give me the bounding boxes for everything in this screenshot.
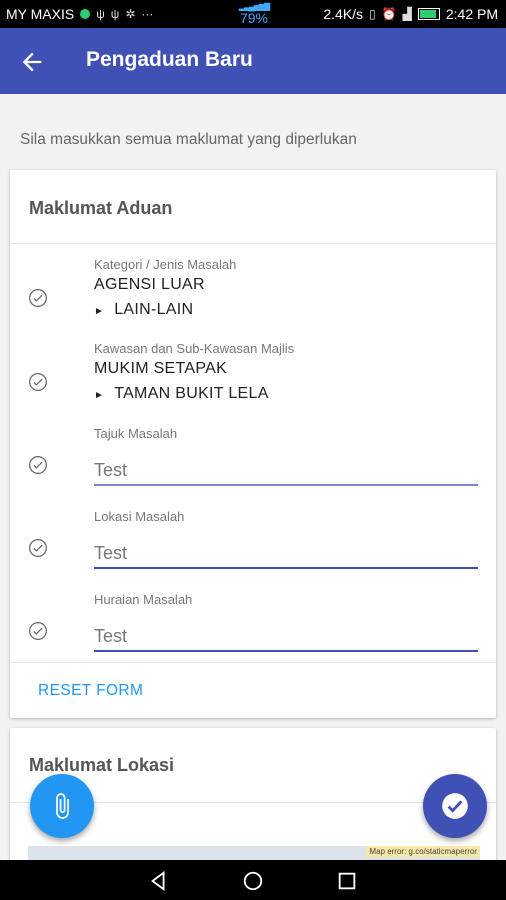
area-sub-text: TAMAN BUKIT LELA <box>114 385 269 402</box>
divider <box>10 243 496 244</box>
area-sub-value[interactable]: ► TAMAN BUKIT LELA <box>94 385 269 403</box>
clock: 2:42 PM <box>445 6 498 22</box>
location-input-value: Test <box>94 543 128 563</box>
category-value[interactable]: AGENSI LUAR <box>94 276 205 294</box>
category-label: Kategori / Jenis Masalah <box>94 257 237 272</box>
category-sub-text: LAIN-LAIN <box>114 301 194 318</box>
page-title: Pengaduan Baru <box>86 48 253 71</box>
settings-notification-icon: ✲ <box>125 7 136 21</box>
alarm-icon: ⏰ <box>381 7 397 21</box>
vibrate-icon: ▯ <box>369 7 376 21</box>
submit-button[interactable] <box>423 774 487 838</box>
title-input-value: Test <box>94 460 128 480</box>
arrow-right-icon: ► <box>94 390 105 401</box>
map-error-text: Map error: g.co/staticmaperror <box>366 846 480 857</box>
card-title: Maklumat Aduan <box>29 198 173 218</box>
check-circle-icon <box>29 289 47 307</box>
category-sub-value[interactable]: ► LAIN-LAIN <box>94 301 193 319</box>
back-button[interactable] <box>18 48 46 76</box>
nav-recents-icon[interactable] <box>336 870 358 892</box>
nav-back-icon[interactable] <box>148 870 170 892</box>
input-underline <box>94 567 478 569</box>
net-speed: 2.4K/s <box>323 6 364 22</box>
more-notifications-icon: ··· <box>141 7 154 21</box>
arrow-right-icon: ► <box>94 306 105 317</box>
check-circle-icon <box>29 373 47 391</box>
app-bar: Pengaduan Baru <box>0 28 506 94</box>
check-circle-icon <box>29 539 47 557</box>
carrier-name: MY MAXIS <box>6 6 75 22</box>
paperclip-icon <box>56 793 69 819</box>
title-label: Tajuk Masalah <box>94 426 178 441</box>
arrow-left-icon <box>22 52 42 72</box>
check-circle-icon <box>29 622 47 640</box>
divider <box>10 662 496 663</box>
title-input[interactable]: Test <box>94 456 478 486</box>
attach-button[interactable] <box>30 774 94 838</box>
battery-icon <box>417 8 440 20</box>
card-title: Maklumat Lokasi <box>29 755 175 775</box>
usb-debug-icon: ψ <box>110 7 120 21</box>
nav-home-icon[interactable] <box>242 870 264 892</box>
location-input[interactable]: Test <box>94 539 478 569</box>
description-input[interactable]: Test <box>94 622 478 652</box>
complaint-info-card: Maklumat Aduan Kategori / Jenis Masalah … <box>10 170 496 718</box>
area-label: Kawasan dan Sub-Kawasan Majlis <box>94 341 295 356</box>
reset-form-button[interactable]: RESET FORM <box>38 682 143 700</box>
input-underline <box>94 484 478 486</box>
mobile-signal-icon: ▟ <box>402 7 412 21</box>
location-label: Lokasi Masalah <box>94 509 185 524</box>
status-bar: MY MAXIS ψ ψ ✲ ··· ▂▃▄▅▆▇ 79% 2.4K/s ▯ ⏰… <box>0 0 506 28</box>
area-value[interactable]: MUKIM SETAPAK <box>94 360 227 378</box>
system-nav-bar <box>0 860 506 900</box>
signal-indicator: ▂▃▄▅▆▇ 79% <box>228 3 280 26</box>
check-circle-icon <box>29 456 47 474</box>
description-label: Huraian Masalah <box>94 592 193 607</box>
input-underline <box>94 650 478 652</box>
check-icon <box>442 793 468 819</box>
signal-percent: 79% <box>239 10 269 26</box>
intro-text: Sila masukkan semua maklumat yang diperl… <box>20 131 357 148</box>
notification-dot-icon <box>80 9 91 19</box>
description-input-value: Test <box>94 626 128 646</box>
usb-icon: ψ <box>96 7 105 21</box>
